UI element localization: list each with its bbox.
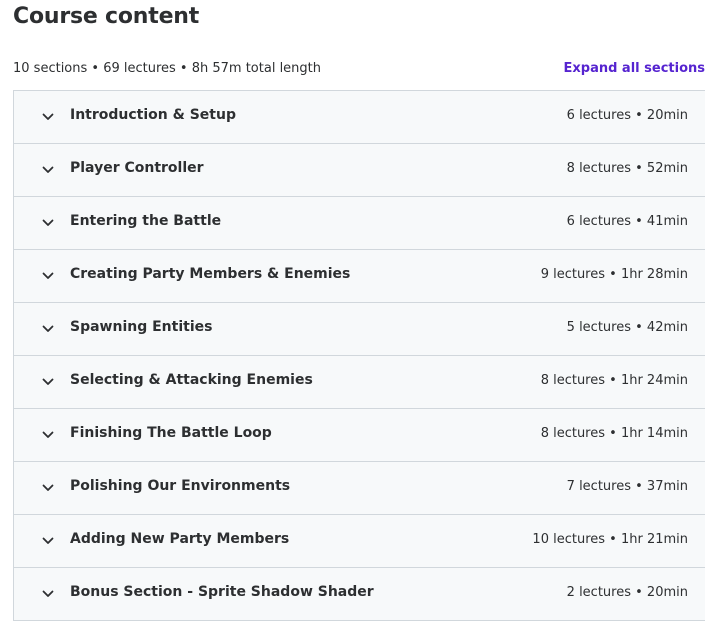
section-row[interactable]: Finishing The Battle Loop 8 lectures • 1h… [14, 409, 705, 462]
section-title: Polishing Our Environments [70, 478, 291, 494]
section-title: Player Controller [70, 160, 204, 176]
expand-all-sections-button[interactable]: Expand all sections [564, 61, 705, 76]
section-lecture-count: 2 lectures • 20min [566, 585, 688, 600]
section-title: Creating Party Members & Enemies [70, 266, 351, 282]
section-row[interactable]: Creating Party Members & Enemies 9 lectur… [14, 250, 705, 303]
section-lecture-count: 9 lectures • 1hr 28min [540, 267, 688, 282]
section-row[interactable]: Bonus Section - Sprite Shadow Shader 2 le… [14, 568, 705, 620]
section-row[interactable]: Player Controller 8 lectures • 52min [14, 144, 705, 197]
course-summary: 10 sections • 69 lectures • 8h 57m total… [13, 61, 322, 76]
chevron-down-icon [42, 166, 54, 173]
section-row[interactable]: Spawning Entities 5 lectures • 42min [14, 303, 705, 356]
section-lecture-count: 8 lectures • 52min [566, 161, 688, 176]
chevron-down-icon [42, 378, 54, 385]
section-lecture-count: 10 lectures • 1hr 21min [532, 532, 688, 547]
section-row[interactable]: Introduction & Setup 6 lectures • 20min [14, 91, 705, 144]
chevron-down-icon [42, 272, 54, 279]
course-summary-row: 10 sections • 69 lectures • 8h 57m total… [13, 60, 705, 80]
chevron-down-icon [42, 537, 54, 544]
section-lecture-count: 6 lectures • 41min [566, 214, 688, 229]
chevron-down-icon [42, 590, 54, 597]
section-lecture-count: 6 lectures • 20min [566, 108, 688, 123]
section-lecture-count: 8 lectures • 1hr 14min [540, 426, 688, 441]
chevron-down-icon [42, 431, 54, 438]
chevron-down-icon [42, 113, 54, 120]
section-title: Spawning Entities [70, 319, 213, 335]
page-title: Course content [13, 4, 200, 29]
section-list: Introduction & Setup 6 lectures • 20min Pl… [13, 90, 705, 621]
chevron-down-icon [42, 484, 54, 491]
section-title: Finishing The Battle Loop [70, 425, 272, 441]
section-title: Bonus Section - Sprite Shadow Shader [70, 584, 374, 600]
section-row[interactable]: Polishing Our Environments 7 lectures • 3… [14, 462, 705, 515]
section-row[interactable]: Adding New Party Members 10 lectures • 1h… [14, 515, 705, 568]
section-title: Entering the Battle [70, 213, 222, 229]
section-title: Adding New Party Members [70, 531, 290, 547]
section-title: Introduction & Setup [70, 107, 236, 123]
section-lecture-count: 5 lectures • 42min [566, 320, 688, 335]
section-row[interactable]: Entering the Battle 6 lectures • 41min [14, 197, 705, 250]
section-row[interactable]: Selecting & Attacking Enemies 8 lectures … [14, 356, 705, 409]
section-title: Selecting & Attacking Enemies [70, 372, 313, 388]
chevron-down-icon [42, 325, 54, 332]
course-content-panel: Course content 10 sections • 69 lectures… [0, 0, 705, 621]
chevron-down-icon [42, 219, 54, 226]
section-lecture-count: 7 lectures • 37min [566, 479, 688, 494]
section-lecture-count: 8 lectures • 1hr 24min [540, 373, 688, 388]
